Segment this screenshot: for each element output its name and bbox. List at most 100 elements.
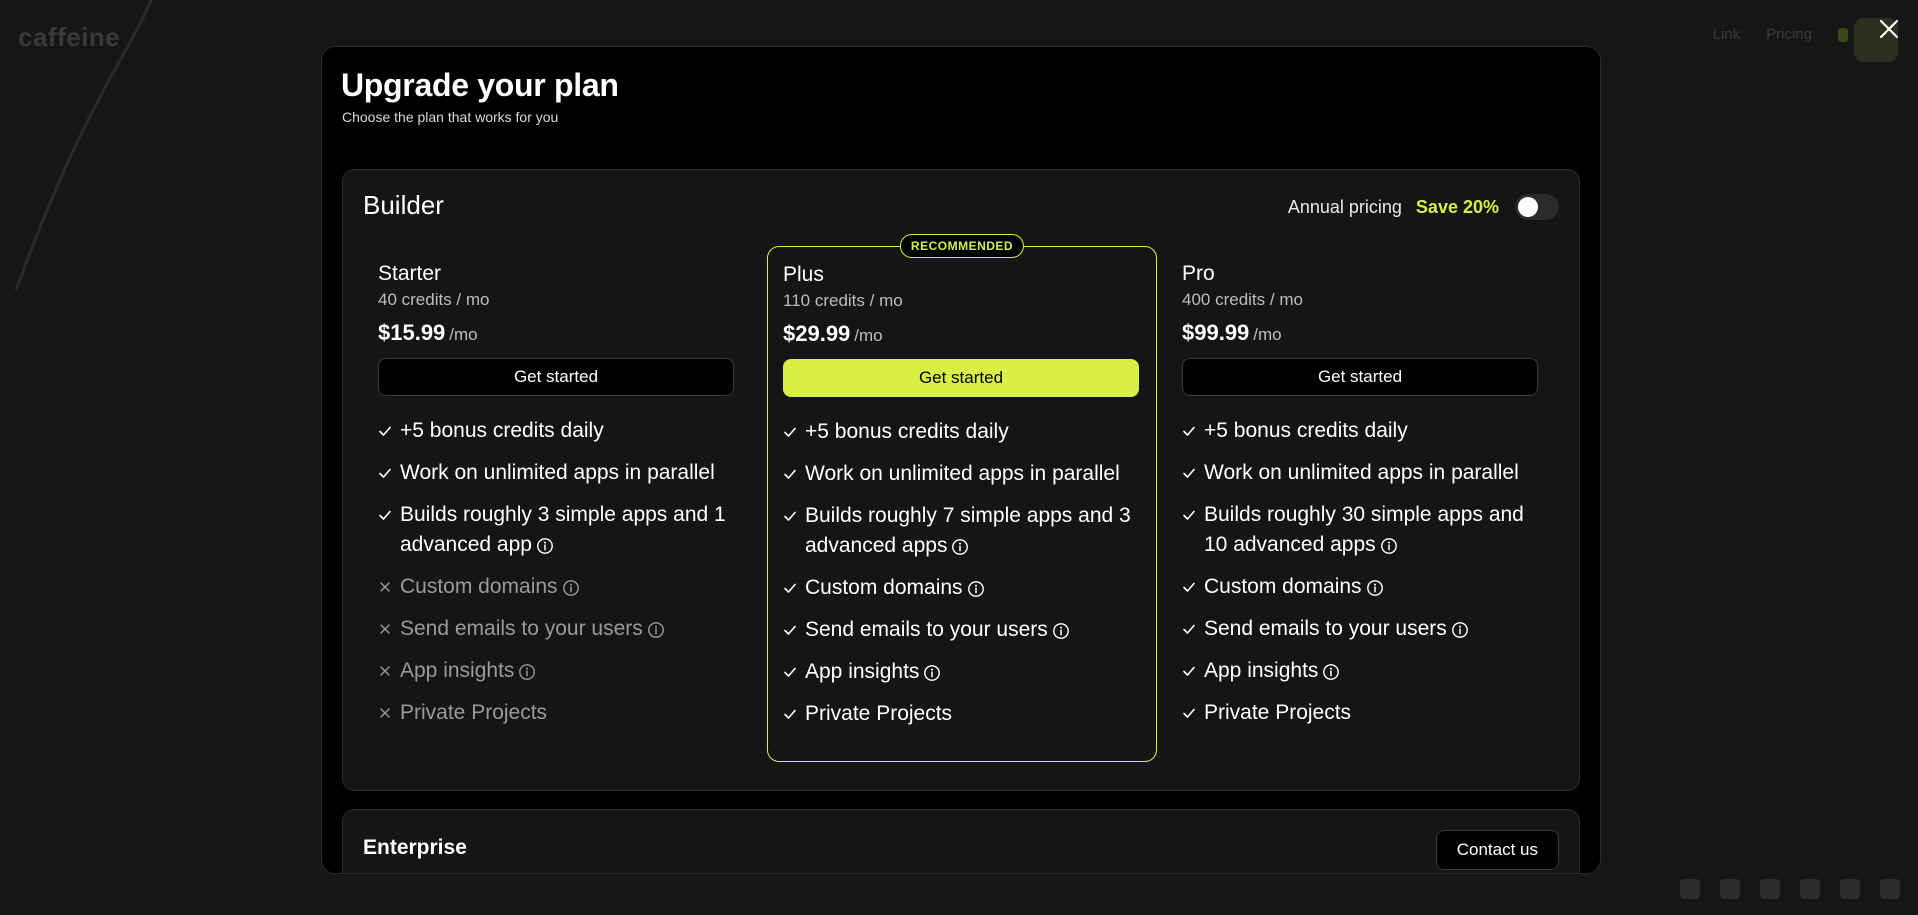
feature-text-wrap: App insights	[805, 657, 1141, 687]
annual-pricing-label: Annual pricing	[1287, 196, 1402, 217]
feature-text-wrap: Custom domains	[805, 573, 1141, 603]
check-icon	[783, 459, 805, 489]
price-period: /mo	[1253, 325, 1282, 344]
feature-item: Send emails to your users	[1182, 614, 1540, 644]
feature-text: Builds roughly 30 simple apps and 10 adv…	[1204, 503, 1524, 556]
feature-text: +5 bonus credits daily	[1204, 419, 1408, 442]
plan-credits: 110 credits / mo	[783, 291, 903, 310]
feature-item: Private Projects	[1182, 698, 1540, 728]
feature-text: Work on unlimited apps in parallel	[1204, 461, 1519, 484]
feature-text-wrap: Send emails to your users	[1204, 614, 1540, 644]
contact-us-button[interactable]: Contact us	[1435, 830, 1559, 870]
annual-pricing-toggle[interactable]	[1515, 194, 1559, 220]
feature-item: Builds roughly 30 simple apps and 10 adv…	[1182, 500, 1540, 560]
check-icon	[1182, 614, 1204, 644]
feature-item: Send emails to your users	[378, 614, 736, 644]
feature-text-wrap: Custom domains	[400, 572, 736, 602]
builder-section: Builder Annual pricing Save 20% Starter 4…	[342, 169, 1580, 791]
plan-price: $15.99/mo	[378, 320, 478, 346]
info-icon[interactable]	[562, 576, 580, 597]
info-icon[interactable]	[518, 660, 536, 681]
feature-text: Private Projects	[1204, 701, 1352, 724]
upgrade-modal: Upgrade your plan Choose the plan that w…	[321, 46, 1601, 874]
feature-text-wrap: Builds roughly 3 simple apps and 1 advan…	[400, 500, 736, 560]
modal-title: Upgrade your plan	[341, 67, 619, 103]
get-started-button[interactable]: Get started	[1182, 358, 1538, 396]
price-amount: $29.99	[783, 321, 851, 346]
plan-credits: 400 credits / mo	[1182, 290, 1303, 309]
feature-item: Builds roughly 3 simple apps and 1 advan…	[378, 500, 736, 560]
feature-text-wrap: App insights	[400, 656, 736, 686]
info-icon[interactable]	[967, 577, 985, 598]
check-icon	[1182, 500, 1204, 530]
feature-text-wrap: Builds roughly 30 simple apps and 10 adv…	[1204, 500, 1540, 560]
feature-item: Builds roughly 7 simple apps and 3 advan…	[783, 501, 1141, 561]
feature-item: App insights	[378, 656, 736, 686]
info-icon[interactable]	[1366, 576, 1384, 597]
feature-text-wrap: Work on unlimited apps in parallel	[1204, 458, 1540, 488]
info-icon[interactable]	[647, 618, 665, 639]
feature-text: Send emails to your users	[400, 617, 643, 640]
background-nav: Link Pricing	[1713, 26, 1848, 43]
background-tool-icon	[1880, 879, 1900, 899]
check-icon	[1182, 656, 1204, 686]
annual-pricing-control: Annual pricing Save 20%	[1288, 194, 1559, 220]
feature-text: App insights	[805, 660, 920, 683]
feature-text-wrap: Custom domains	[1204, 572, 1540, 602]
feature-text-wrap: +5 bonus credits daily	[400, 416, 736, 446]
info-icon[interactable]	[951, 535, 969, 556]
save-badge: Save 20%	[1415, 196, 1499, 217]
feature-text: Custom domains	[1204, 575, 1362, 598]
feature-text-wrap: Builds roughly 7 simple apps and 3 advan…	[805, 501, 1141, 561]
feature-text: Private Projects	[805, 702, 953, 725]
cross-icon	[378, 572, 400, 602]
info-icon[interactable]	[1451, 618, 1469, 639]
background-tool-icon	[1720, 879, 1740, 899]
feature-text-wrap: Send emails to your users	[805, 615, 1141, 645]
cross-icon	[378, 614, 400, 644]
price-amount: $99.99	[1182, 320, 1250, 345]
plan-price: $99.99/mo	[1182, 320, 1282, 346]
feature-item: Private Projects	[783, 699, 1141, 729]
feature-item: Private Projects	[378, 698, 736, 728]
background-tool-icon	[1760, 879, 1780, 899]
check-icon	[783, 657, 805, 687]
close-button[interactable]	[1874, 14, 1904, 44]
get-started-button[interactable]: Get started	[378, 358, 734, 396]
price-period: /mo	[854, 326, 883, 345]
feature-text: Private Projects	[400, 701, 548, 724]
check-icon	[378, 500, 400, 530]
feature-text-wrap: Private Projects	[400, 698, 736, 728]
info-icon[interactable]	[1380, 534, 1398, 555]
cross-icon	[378, 656, 400, 686]
price-period: /mo	[449, 325, 478, 344]
info-icon[interactable]	[1322, 660, 1340, 681]
check-icon	[378, 458, 400, 488]
close-icon	[1879, 19, 1899, 39]
feature-item: Work on unlimited apps in parallel	[1182, 458, 1540, 488]
check-icon	[1182, 458, 1204, 488]
feature-text: App insights	[1204, 659, 1319, 682]
feature-item: Custom domains	[1182, 572, 1540, 602]
get-started-button[interactable]: Get started	[783, 359, 1139, 397]
feature-text: +5 bonus credits daily	[400, 419, 604, 442]
feature-item: +5 bonus credits daily	[1182, 416, 1540, 446]
feature-item: +5 bonus credits daily	[783, 417, 1141, 447]
feature-text: Work on unlimited apps in parallel	[400, 461, 715, 484]
info-icon[interactable]	[536, 534, 554, 555]
background-tool-icon	[1680, 879, 1700, 899]
plan-name: Pro	[1182, 262, 1215, 285]
feature-text-wrap: +5 bonus credits daily	[805, 417, 1141, 447]
feature-list: +5 bonus credits daily Work on unlimited …	[378, 416, 736, 740]
feature-text-wrap: Work on unlimited apps in parallel	[805, 459, 1141, 489]
info-icon[interactable]	[1052, 619, 1070, 640]
feature-text: Send emails to your users	[1204, 617, 1447, 640]
check-icon	[783, 573, 805, 603]
info-icon[interactable]	[923, 661, 941, 682]
check-icon	[783, 615, 805, 645]
feature-text: Send emails to your users	[805, 618, 1048, 641]
check-icon	[1182, 572, 1204, 602]
feature-item: App insights	[783, 657, 1141, 687]
check-icon	[1182, 416, 1204, 446]
check-icon	[378, 416, 400, 446]
